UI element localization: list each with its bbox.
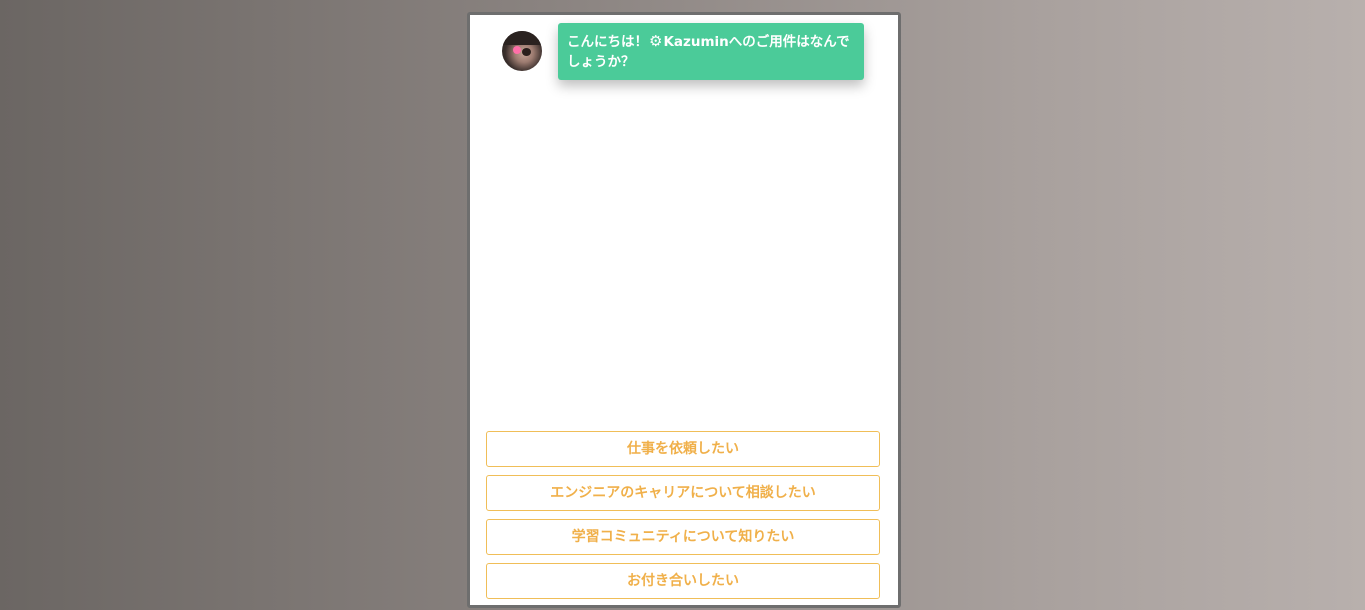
bot-message-row: こんにちは！⚙Kazuminへのご用件はなんでしょうか？ [502,23,864,80]
choice-button-career-consult[interactable]: エンジニアのキャリアについて相談したい [486,475,880,511]
choice-button-relationship[interactable]: お付き合いしたい [486,563,880,599]
choice-button-request-work[interactable]: 仕事を依頼したい [486,431,880,467]
avatar [502,31,542,71]
greeting-prefix: こんにちは！ [567,34,648,50]
chat-window: こんにちは！⚙Kazuminへのご用件はなんでしょうか？ 仕事を依頼したい エン… [467,12,901,608]
gear-icon: ⚙ [649,32,663,50]
avatar-nose [522,48,531,56]
avatar-hair [502,31,542,45]
bot-message-bubble: こんにちは！⚙Kazuminへのご用件はなんでしょうか？ [558,23,864,80]
avatar-blush [513,46,521,54]
choice-list: 仕事を依頼したい エンジニアのキャリアについて相談したい 学習コミュニティについ… [486,431,880,605]
choice-button-learning-community[interactable]: 学習コミュニティについて知りたい [486,519,880,555]
